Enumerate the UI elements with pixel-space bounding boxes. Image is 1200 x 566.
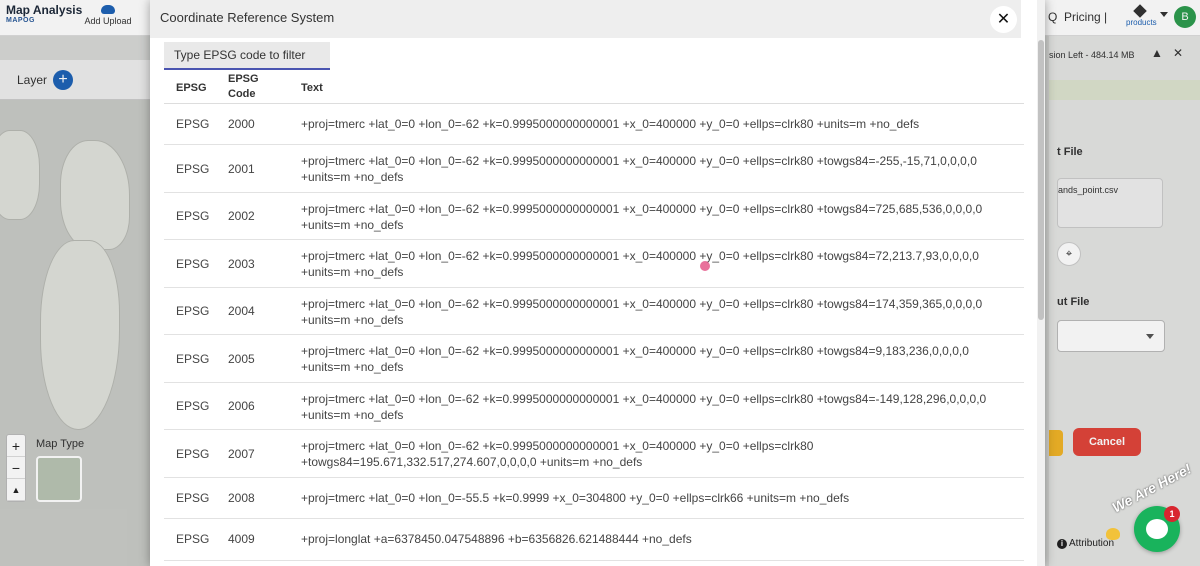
cell-epsg: EPSG	[176, 162, 210, 176]
table-row[interactable]: EPSG 2001 +proj=tmerc +lat_0=0 +lon_0=-6…	[164, 145, 1024, 193]
cell-epsg: EPSG	[176, 117, 210, 131]
table-row[interactable]: EPSG 2002 +proj=tmerc +lat_0=0 +lon_0=-6…	[164, 193, 1024, 240]
column-header-epsg: EPSG	[176, 82, 207, 94]
cell-text: +proj=tmerc +lat_0=0 +lon_0=-62 +k=0.999…	[301, 297, 983, 327]
cell-code: 2001	[228, 162, 255, 176]
cell-code: 2003	[228, 257, 255, 271]
column-header-text: Text	[301, 82, 323, 94]
dialog-title: Coordinate Reference System	[160, 10, 335, 25]
cell-code: 2000	[228, 117, 255, 131]
cell-code: 2004	[228, 304, 255, 318]
column-header-code: EPSG Code	[228, 73, 259, 100]
cell-code: 2007	[228, 447, 255, 461]
cell-epsg: EPSG	[176, 352, 210, 366]
cell-epsg: EPSG	[176, 447, 210, 461]
epsg-filter-field[interactable]	[164, 42, 330, 70]
cell-epsg: EPSG	[176, 399, 210, 413]
cell-text: +proj=tmerc +lat_0=0 +lon_0=-62 +k=0.999…	[301, 117, 920, 131]
cell-epsg: EPSG	[176, 532, 210, 546]
crs-table: EPSG EPSG Code Text EPSG 2000 +proj=tmer…	[164, 70, 1024, 561]
cell-epsg: EPSG	[176, 491, 210, 505]
cell-text: +proj=tmerc +lat_0=0 +lon_0=-62 +k=0.999…	[301, 392, 987, 422]
cell-text: +proj=tmerc +lat_0=0 +lon_0=-62 +k=0.999…	[301, 249, 979, 279]
cell-code: 2008	[228, 491, 255, 505]
cell-text: +proj=tmerc +lat_0=0 +lon_0=-62 +k=0.999…	[301, 202, 983, 232]
cell-code: 2002	[228, 209, 255, 223]
table-row[interactable]: EPSG 2000 +proj=tmerc +lat_0=0 +lon_0=-6…	[164, 104, 1024, 145]
cell-epsg: EPSG	[176, 304, 210, 318]
waving-hand-icon	[1106, 528, 1120, 540]
cell-epsg: EPSG	[176, 257, 210, 271]
table-row[interactable]: EPSG 2005 +proj=tmerc +lat_0=0 +lon_0=-6…	[164, 335, 1024, 383]
cell-text: +proj=tmerc +lat_0=0 +lon_0=-62 +k=0.999…	[301, 154, 977, 184]
dialog-scrollbar[interactable]	[1037, 0, 1045, 566]
cell-text: +proj=tmerc +lat_0=0 +lon_0=-62 +k=0.999…	[301, 439, 814, 469]
table-row[interactable]: EPSG 2007 +proj=tmerc +lat_0=0 +lon_0=-6…	[164, 430, 1024, 478]
cell-epsg: EPSG	[176, 209, 210, 223]
cell-text: +proj=longlat +a=6378450.047548896 +b=63…	[301, 532, 692, 546]
table-row[interactable]: EPSG 2008 +proj=tmerc +lat_0=0 +lon_0=-5…	[164, 478, 1024, 519]
cell-code: 4009	[228, 532, 255, 546]
dialog-header: Coordinate Reference System ✕	[150, 0, 1021, 38]
epsg-filter-input[interactable]	[164, 42, 330, 68]
cell-text: +proj=tmerc +lat_0=0 +lon_0=-55.5 +k=0.9…	[301, 491, 850, 505]
close-dialog-button[interactable]: ✕	[990, 6, 1017, 33]
table-row[interactable]: EPSG 2004 +proj=tmerc +lat_0=0 +lon_0=-6…	[164, 288, 1024, 335]
table-header: EPSG EPSG Code Text	[164, 70, 1024, 104]
cell-text: +proj=tmerc +lat_0=0 +lon_0=-62 +k=0.999…	[301, 344, 969, 374]
chat-bubble-icon	[1146, 519, 1168, 539]
table-row[interactable]: EPSG 2003 +proj=tmerc +lat_0=0 +lon_0=-6…	[164, 240, 1024, 288]
scrollbar-thumb[interactable]	[1038, 40, 1044, 320]
table-row[interactable]: EPSG 2006 +proj=tmerc +lat_0=0 +lon_0=-6…	[164, 383, 1024, 430]
table-row[interactable]: EPSG 4009 +proj=longlat +a=6378450.04754…	[164, 519, 1024, 561]
cell-code: 2006	[228, 399, 255, 413]
cell-code: 2005	[228, 352, 255, 366]
mouse-cursor-icon	[700, 261, 710, 271]
unread-count-badge: 1	[1164, 506, 1180, 522]
crs-dialog: Coordinate Reference System ✕ EPSG EPSG …	[150, 0, 1045, 566]
